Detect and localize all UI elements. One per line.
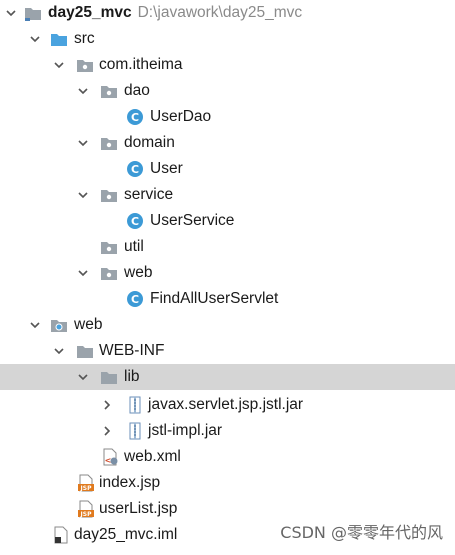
tree-label-jar-jstl-api: javax.servlet.jsp.jstl.jar [148, 396, 304, 413]
svg-text:C: C [131, 215, 139, 228]
chevron-down-icon[interactable] [4, 6, 18, 20]
tree-row-package[interactable]: com.itheima [0, 52, 455, 78]
chevron-right-icon[interactable] [100, 398, 114, 412]
tree-label-jar-jstl-impl: jstl-impl.jar [148, 422, 223, 439]
svg-text:<: < [105, 456, 112, 465]
tree-row-util[interactable]: util [0, 234, 455, 260]
tree-label-package: com.itheima [99, 56, 183, 73]
tree-label-findalluserservlet: FindAllUserServlet [150, 290, 279, 307]
chevron-down-icon[interactable] [76, 188, 90, 202]
tree-row-service[interactable]: service [0, 182, 455, 208]
tree-label-index-jsp: index.jsp [99, 474, 161, 491]
tree-row-web-xml[interactable]: < web.xml [0, 444, 455, 470]
iml-file-icon [54, 526, 68, 544]
tree-label-userdao: UserDao [150, 108, 212, 125]
tree-label-src: src [74, 30, 95, 47]
tree-row-jar-jstl-api[interactable]: javax.servlet.jsp.jstl.jar [0, 392, 455, 418]
jar-archive-icon [129, 396, 141, 414]
chevron-down-icon[interactable] [76, 266, 90, 280]
svg-text:JSP: JSP [80, 511, 93, 518]
tree-label-dao: dao [124, 82, 150, 99]
jsp-file-icon: JSP [78, 500, 94, 518]
folder-icon [77, 346, 93, 358]
web-folder-icon [51, 320, 67, 332]
tree-row-web-inf[interactable]: WEB-INF [0, 338, 455, 364]
package-folder-icon [101, 86, 117, 98]
tree-row-web-root[interactable]: web [0, 312, 455, 338]
project-path: D:\javawork\day25_mvc [137, 4, 303, 21]
xml-file-icon: < [103, 448, 118, 466]
tree-row-findalluserservlet[interactable]: C FindAllUserServlet [0, 286, 455, 312]
tree-label-lib: lib [124, 368, 140, 385]
chevron-right-icon[interactable] [100, 424, 114, 438]
source-folder-icon [51, 34, 67, 46]
java-class-icon: C [127, 161, 143, 177]
tree-label-web-root: web [74, 316, 103, 333]
tree-label-web-inf: WEB-INF [99, 342, 165, 359]
chevron-down-icon[interactable] [76, 84, 90, 98]
tree-label-domain: domain [124, 134, 175, 151]
tree-label-util: util [124, 238, 144, 255]
chevron-down-icon[interactable] [76, 370, 90, 384]
chevron-down-icon[interactable] [52, 58, 66, 72]
tree-label-user: User [150, 160, 183, 177]
svg-text:C: C [131, 111, 139, 124]
project-folder-icon [25, 8, 41, 21]
watermark: CSDN @零零年代的风 [280, 523, 443, 542]
tree-label-userservice: UserService [150, 212, 235, 229]
tree-row-src[interactable]: src [0, 26, 455, 52]
tree-row-userservice[interactable]: C UserService [0, 208, 455, 234]
java-class-icon: C [127, 109, 143, 125]
tree-label-userlist-jsp: userList.jsp [99, 500, 178, 517]
java-class-icon: C [127, 291, 143, 307]
folder-icon [101, 372, 117, 384]
project-tree: day25_mvc D:\javawork\day25_mvc src com.i… [0, 0, 455, 555]
tree-label-web-package: web [124, 264, 153, 281]
project-name: day25_mvc D:\javawork\day25_mvc [48, 4, 303, 21]
tree-row-domain[interactable]: domain [0, 130, 455, 156]
tree-row-index-jsp[interactable]: JSP index.jsp [0, 470, 455, 496]
tree-row-dao[interactable]: dao [0, 78, 455, 104]
package-folder-icon [101, 268, 117, 280]
chevron-down-icon[interactable] [52, 344, 66, 358]
svg-text:C: C [131, 163, 139, 176]
tree-label-service: service [124, 186, 174, 203]
chevron-down-icon[interactable] [28, 318, 42, 332]
jar-archive-icon [129, 422, 141, 440]
tree-label-web-xml: web.xml [124, 448, 181, 465]
package-folder-icon [101, 242, 117, 254]
tree-row-userdao[interactable]: C UserDao [0, 104, 455, 130]
tree-label-iml: day25_mvc.iml [74, 526, 178, 543]
tree-row-web-package[interactable]: web [0, 260, 455, 286]
svg-text:JSP: JSP [80, 485, 93, 492]
tree-row-user[interactable]: C User [0, 156, 455, 182]
tree-row-jar-jstl-impl[interactable]: jstl-impl.jar [0, 418, 455, 444]
java-class-icon: C [127, 213, 143, 229]
chevron-down-icon[interactable] [76, 136, 90, 150]
tree-row-project[interactable]: day25_mvc D:\javawork\day25_mvc [0, 0, 455, 26]
package-folder-icon [101, 138, 117, 150]
package-folder-icon [77, 60, 93, 72]
tree-row-lib[interactable]: lib [0, 364, 455, 390]
svg-text:C: C [131, 293, 139, 306]
package-folder-icon [101, 190, 117, 202]
chevron-down-icon[interactable] [28, 32, 42, 46]
jsp-file-icon: JSP [78, 474, 94, 492]
